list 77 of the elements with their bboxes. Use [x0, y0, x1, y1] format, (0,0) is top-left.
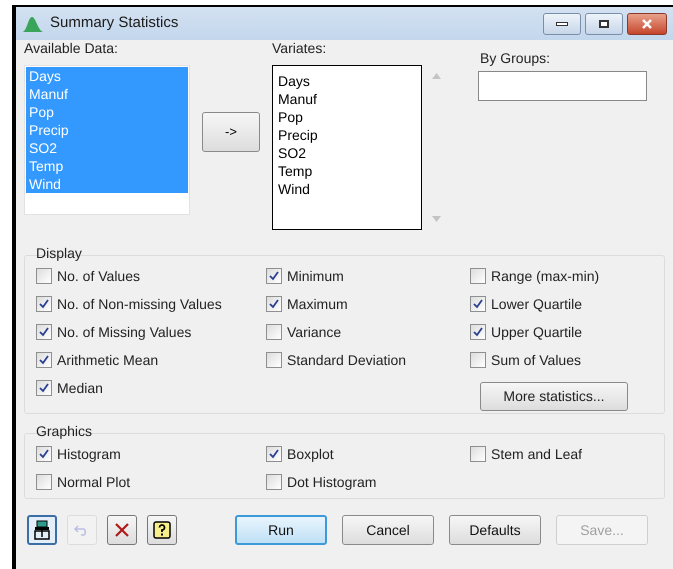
check-icon [39, 355, 49, 365]
checkbox[interactable] [266, 324, 282, 340]
check-icon [39, 383, 49, 393]
checkbox-label: Range (max-min) [491, 266, 600, 286]
checkbox[interactable] [36, 446, 52, 462]
checkbox[interactable] [266, 296, 282, 312]
by-groups-field[interactable] [478, 71, 647, 101]
list-item[interactable]: SO2 [278, 144, 416, 162]
close-icon [114, 522, 130, 538]
checkbox-label: Histogram [57, 444, 121, 464]
checkbox-label: Stem and Leaf [491, 444, 582, 464]
checkbox-label: No. of Values [57, 266, 140, 286]
checkbox-label: Standard Deviation [287, 350, 406, 370]
list-item[interactable]: Manuf [278, 90, 416, 108]
list-item[interactable]: Precip [278, 126, 416, 144]
checkbox[interactable] [266, 446, 282, 462]
checkbox[interactable] [36, 296, 52, 312]
check-icon [39, 449, 49, 459]
checkbox-label: Variance [287, 322, 342, 342]
check-icon [269, 449, 279, 459]
check-icon [473, 327, 483, 337]
list-item[interactable]: Pop [278, 108, 416, 126]
check-icon [473, 299, 483, 309]
check-icon [39, 299, 49, 309]
help-icon [153, 521, 171, 539]
checkbox-label: No. of Missing Values [57, 322, 192, 342]
checkbox-label: Minimum [287, 266, 344, 286]
check-icon [269, 271, 279, 281]
by-groups-label: By Groups: [480, 50, 552, 66]
checkbox-label: Dot Histogram [287, 472, 376, 492]
checkbox[interactable] [36, 380, 52, 396]
dialog-button[interactable]: Defaults [449, 515, 541, 545]
checkbox-label: Upper Quartile [491, 322, 582, 342]
checkbox[interactable] [266, 352, 282, 368]
checkbox[interactable] [470, 296, 486, 312]
checkbox-label: No. of Non-missing Values [57, 294, 222, 314]
app-icon [22, 16, 44, 32]
checkbox[interactable] [36, 352, 52, 368]
checkbox[interactable] [470, 324, 486, 340]
checkbox-label: Maximum [287, 294, 348, 314]
checkbox[interactable] [36, 268, 52, 284]
tool-button[interactable] [107, 515, 137, 545]
group-title: Graphics [36, 423, 94, 439]
checkbox-label: Median [57, 378, 103, 398]
minimize-button[interactable] [543, 12, 581, 34]
maximize-button[interactable] [585, 12, 623, 34]
check-icon [269, 299, 279, 309]
checkbox[interactable] [470, 446, 486, 462]
window-title: Summary Statistics [50, 13, 178, 34]
checkbox-label: Normal Plot [57, 472, 130, 492]
checkbox-label: Lower Quartile [491, 294, 582, 314]
checkbox[interactable] [266, 474, 282, 490]
check-icon [39, 327, 49, 337]
variates-list[interactable]: Days Manuf Pop Precip SO2 Temp Wind [272, 65, 422, 230]
list-item[interactable]: Wind [278, 180, 416, 198]
checkbox-label: Sum of Values [491, 350, 582, 370]
dialog-button[interactable]: Run [235, 515, 327, 545]
checkbox[interactable] [470, 268, 486, 284]
list-item[interactable]: Temp [278, 162, 416, 180]
tool-button[interactable] [147, 515, 177, 545]
checkbox[interactable] [266, 268, 282, 284]
checkbox-label: Boxplot [287, 444, 334, 464]
dialog-button[interactable]: Cancel [342, 515, 434, 545]
more-statistics-button[interactable]: More statistics... [480, 382, 628, 411]
close-icon [641, 18, 653, 28]
checkbox[interactable] [36, 474, 52, 490]
checkbox-label: Arithmetic Mean [57, 350, 158, 370]
available-data-label: Available Data: [24, 40, 119, 56]
add-button[interactable]: -> [202, 112, 260, 152]
variates-label: Variates: [272, 40, 328, 56]
tool-button[interactable] [27, 515, 57, 545]
checkbox[interactable] [470, 352, 486, 368]
list-item[interactable]: Days [278, 72, 416, 90]
checkbox[interactable] [36, 324, 52, 340]
pin-icon [33, 520, 51, 540]
close-button[interactable] [627, 12, 667, 34]
group-title: Display [36, 245, 83, 261]
